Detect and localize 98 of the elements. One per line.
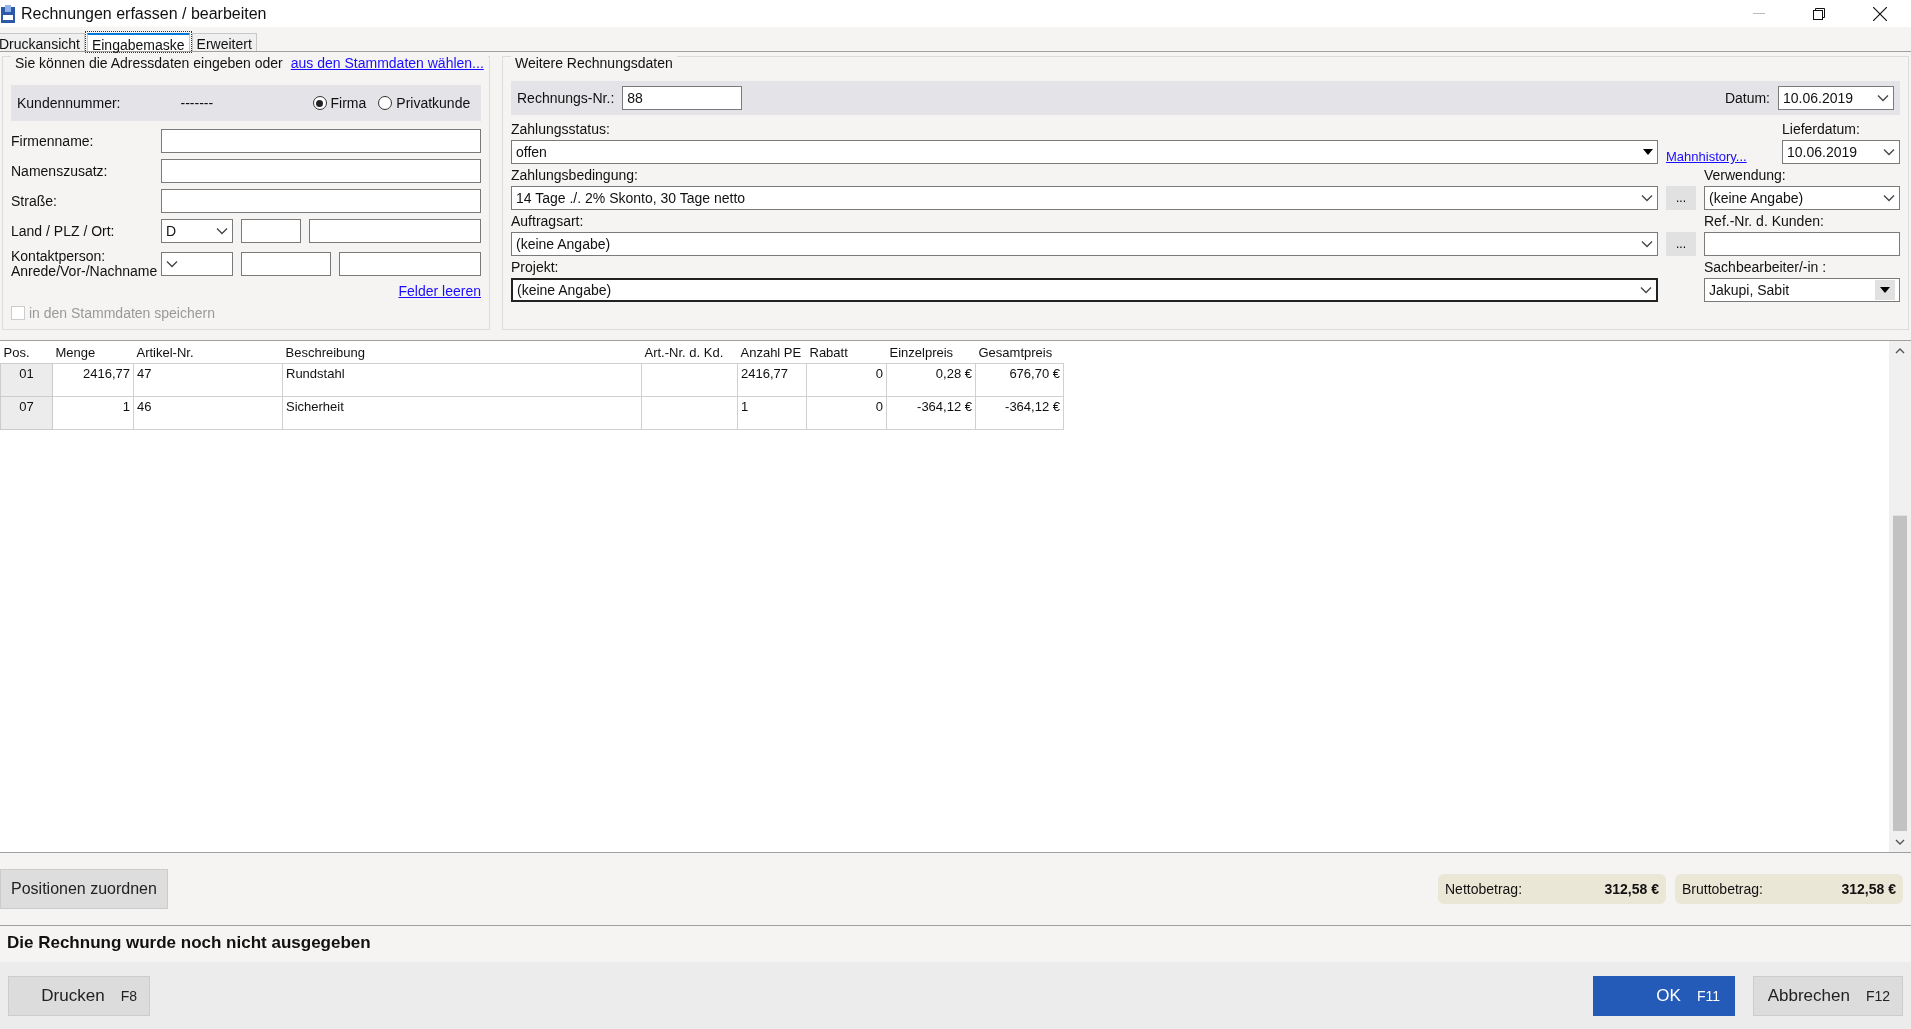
table-cell: 0 [806,396,887,430]
input-field[interactable] [1704,232,1900,256]
dialog-button[interactable]: Abbrechen F12 [1753,975,1903,1016]
dialog-button[interactable]: Drucken F8 [8,975,150,1016]
field-label: Auftragsart: [511,213,585,230]
field-label: Kontaktperson: Anrede/Vor-/Nachname [11,249,159,279]
table-cell: 0 [806,363,887,397]
input-field[interactable] [161,159,481,183]
column-header[interactable]: Artikel-Nr. [133,341,283,364]
restore-icon[interactable] [1813,7,1825,20]
input-field[interactable] [161,129,481,153]
table-cell: 1 [737,396,807,430]
field-label: Rechnungs-Nr.: [517,90,615,106]
total-label: Nettobetrag: [1445,881,1523,897]
row-header: 01 [0,363,53,397]
customer-number: ------- [180,95,215,111]
master-data-link[interactable]: aus den Stammdaten wählen... [290,55,484,71]
column-header[interactable]: Rabatt [806,341,887,364]
total-value: 312,58 € [1841,881,1896,897]
field-label: Verwendung: [1704,167,1787,184]
dropdown-field[interactable]: offen [511,140,1658,164]
column-header[interactable]: Pos. [0,341,53,364]
panel-title: Weitere Rechnungsdaten [515,55,673,71]
field-label: Namenszusatz: [11,163,109,179]
field-label: Land / PLZ / Ort: [11,223,116,239]
input-field[interactable]: 88 [622,86,743,110]
intro-text: Sie können die Adressdaten eingeben oder [15,55,283,71]
table-cell: 47 [133,363,283,397]
dropdown-arrow-icon [1880,287,1890,293]
total-label: Bruttobetrag: [1682,881,1763,897]
chevron-down-icon [1883,148,1895,156]
table-cell: -364,12 € [975,396,1064,430]
input-field[interactable] [161,189,481,213]
chevron-down-icon [1641,194,1653,202]
input-field[interactable] [339,252,481,276]
chevron-down-icon [1883,194,1895,202]
radio-button[interactable] [378,96,393,110]
field-label: Zahlungsbedingung: [511,167,639,184]
table-cell: 46 [133,396,283,430]
dropdown-field[interactable]: (keine Angabe) [1704,186,1900,210]
checkbox-label: in den Stammdaten speichern [29,305,215,321]
chevron-down-icon [216,227,228,235]
date-field[interactable]: 10.06.2019 [1778,86,1894,110]
chevron-down-icon [166,260,178,268]
field-label: Sachbearbeiter/-in : [1704,259,1828,276]
input-field[interactable] [241,252,331,276]
dropdown-field[interactable]: (keine Angabe) [511,278,1658,302]
row-header: 07 [0,396,53,430]
dropdown-field[interactable]: 14 Tage ./. 2% Skonto, 30 Tage netto [511,186,1658,210]
dropdown-field[interactable]: D [161,219,233,243]
table-cell: 0,28 € [886,363,976,397]
table-cell: Rundstahl [282,363,642,397]
field-label: Straße: [11,193,58,209]
column-header[interactable]: Menge [52,341,134,364]
column-header[interactable]: Art.-Nr. d. Kd. [641,341,738,364]
chevron-down-icon [1877,94,1889,102]
field-label: Lieferdatum: [1782,121,1861,138]
ellipsis-button[interactable]: ... [1666,232,1696,256]
column-header[interactable]: Anzahl PE [737,341,807,364]
field-label: Firmenname: [11,133,95,149]
dropdown-field[interactable]: 10.06.2019 [1782,140,1900,164]
ok-button[interactable]: OK F11 [1593,975,1735,1016]
chevron-down-icon [1641,240,1653,248]
column-header[interactable]: Einzelpreis [886,341,976,364]
dropdown-field[interactable] [161,252,233,276]
tab[interactable]: Erweitert [191,33,257,51]
dropdown-arrow-icon [1643,149,1653,155]
dropdown-field[interactable]: Jakupi, Sabit [1704,278,1900,302]
tab[interactable]: Eingabemaske [86,33,190,51]
column-header[interactable]: Gesamtpreis [975,341,1064,364]
radio-label: Firma [330,95,367,111]
column-header[interactable]: Beschreibung [282,341,642,364]
window-title: Rechnungen erfassen / bearbeiten [21,4,267,23]
input-field[interactable] [309,219,481,243]
input-field[interactable] [241,219,301,243]
dunning-history-link[interactable]: Mahnhistory... [1666,149,1747,164]
tab[interactable]: Druckansicht [0,33,85,51]
radio-label: Privatkunde [396,95,471,111]
table-cell: 676,70 € [975,363,1064,397]
field-label: Kundennummer: [17,95,121,111]
clear-fields-link[interactable]: Felder leeren [398,283,481,299]
field-label: Projekt: [511,259,560,276]
field-label: Datum: [1724,90,1770,106]
assign-positions-button[interactable]: Positionen zuordnen [0,869,168,909]
table-cell: Sicherheit [282,396,642,430]
field-label: Zahlungsstatus: [511,121,611,138]
chevron-down-icon [1640,286,1652,294]
table-cell: 2416,77 [737,363,807,397]
dropdown-field[interactable]: (keine Angabe) [511,232,1658,256]
field-label: Ref.-Nr. d. Kunden: [1704,213,1825,230]
close-icon[interactable] [1873,6,1887,21]
table-cell: 2416,77 [52,363,134,397]
table-cell: 1 [52,396,134,430]
ellipsis-button[interactable]: ... [1666,186,1696,210]
radio-button[interactable] [312,96,327,110]
table-cell: -364,12 € [886,396,976,430]
status-message: Die Rechnung wurde noch nicht ausgegeben [6,932,372,954]
total-value: 312,58 € [1604,881,1659,897]
